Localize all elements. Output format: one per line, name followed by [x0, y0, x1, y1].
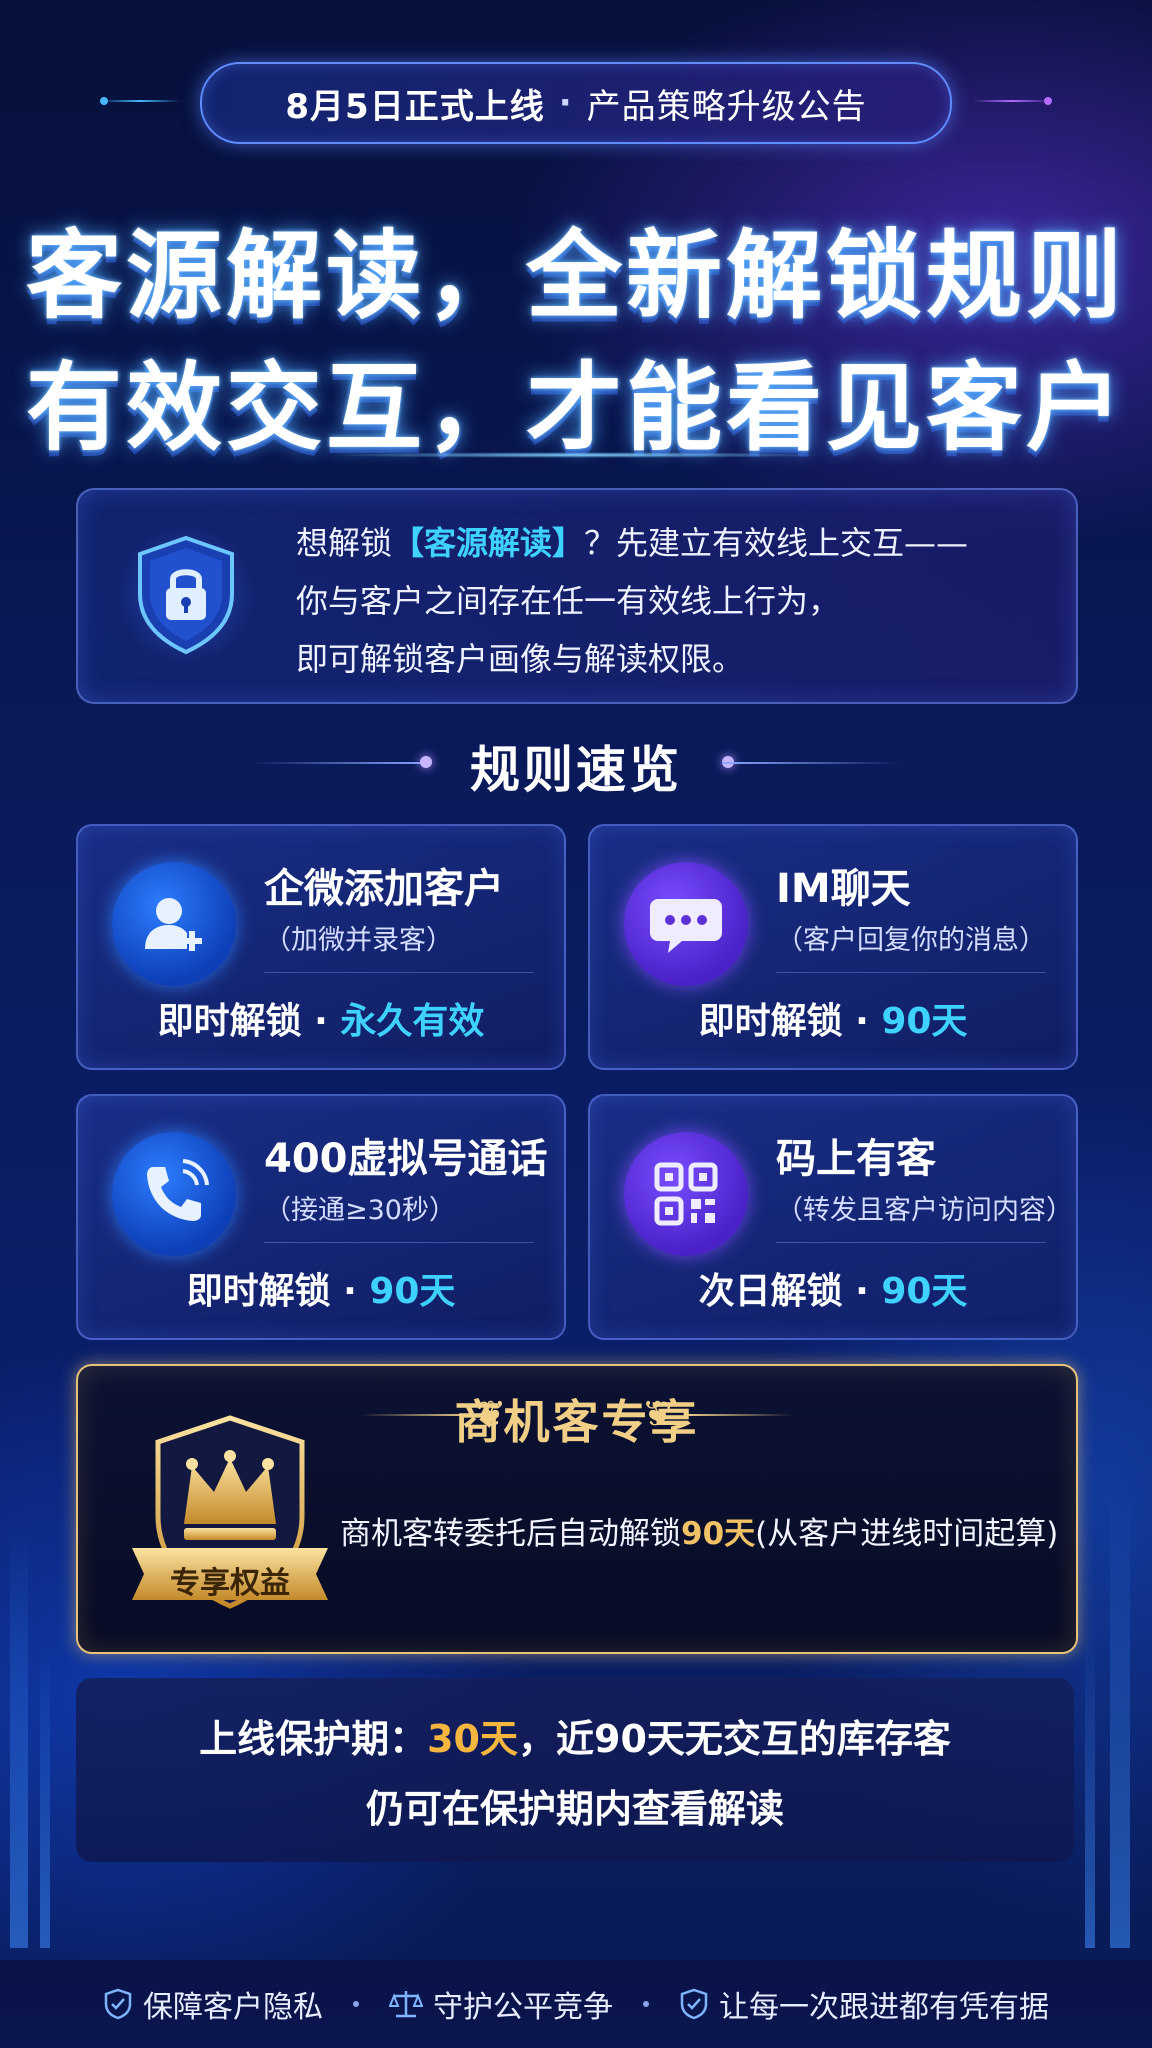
rule-subtitle: （转发且客户访问内容） — [776, 1195, 1073, 1226]
rule-title: 企微添加客户 — [264, 866, 504, 912]
announcement-separator: · — [558, 83, 573, 123]
top-dot-left — [100, 97, 108, 105]
hero-title-line1: 客源解读，全新解锁规则 — [26, 220, 1126, 332]
light-bar — [40, 1648, 50, 1948]
protection-notice: 上线保护期：30天，近90天无交互的库存客 仍可在保护期内查看解读 — [76, 1678, 1074, 1862]
qr-code-icon — [624, 1132, 748, 1256]
footer-item-fairness: 守护公平竞争 — [389, 1982, 613, 2026]
light-bar — [10, 1528, 28, 1948]
rule-card-im-chat: IM聊天 （客户回复你的消息） 即时解锁 · 90天 — [588, 824, 1078, 1070]
laurel-right-icon: ❦ — [642, 1394, 673, 1435]
protection-line1: 上线保护期：30天，近90天无交互的库存客 — [76, 1708, 1074, 1763]
rule-unlock-prefix: 即时解锁 · — [157, 1001, 341, 1042]
footer-item-privacy: 保障客户隐私 — [103, 1982, 323, 2026]
footer-label: 保障客户隐私 — [143, 1990, 323, 2025]
rule-unlock-value: 永久有效 — [340, 1001, 485, 1042]
scale-icon — [389, 1991, 423, 2018]
phone-icon — [112, 1132, 236, 1256]
light-bar — [1110, 1488, 1130, 1948]
footer-label: 让每一次跟进都有凭有据 — [719, 1990, 1049, 2025]
section-line-right — [722, 762, 902, 764]
rule-subtitle: （加微并录客） — [264, 925, 453, 956]
hero-title-line2: 有效交互，才能看见客户 — [26, 352, 1126, 464]
exclusive-text-suffix: (从客户进线时间起算) — [755, 1516, 1059, 1552]
exclusive-text-prefix: 商机客转委托后自动解锁 — [340, 1516, 681, 1552]
footer-item-evidence: 让每一次跟进都有凭有据 — [679, 1982, 1049, 2026]
intro-line1-prefix: 想解锁 — [296, 524, 393, 562]
rule-unlock-value: 90天 — [369, 1271, 456, 1312]
rule-title: 码上有客 — [776, 1136, 936, 1182]
rule-unlock: 即时解锁 · 90天 — [590, 992, 1076, 1044]
rules-section-title: 规则速览 — [470, 741, 682, 799]
announcement-date: 8月5日正式上线 — [285, 86, 545, 127]
intro-line1-suffix: ？先建立有效线上交互—— — [584, 524, 969, 562]
rule-unlock-value: 90天 — [881, 1001, 968, 1042]
rule-unlock-prefix: 即时解锁 · — [186, 1271, 370, 1312]
rule-title: IM聊天 — [776, 866, 911, 912]
protection-line2: 仍可在保护期内查看解读 — [365, 1787, 784, 1831]
shield-check-icon — [680, 1988, 708, 2020]
rule-card-qr-code: 码上有客 （转发且客户访问内容） 次日解锁 · 90天 — [588, 1094, 1078, 1340]
intro-highlight: 【客源解读】 — [392, 524, 585, 562]
top-line-left — [100, 100, 180, 102]
rule-unlock: 即时解锁 · 永久有效 — [78, 992, 564, 1044]
shield-check-icon — [104, 1988, 132, 2020]
footer-separator — [353, 2001, 359, 2007]
chat-bubble-icon — [624, 862, 748, 986]
top-line-right — [972, 100, 1052, 102]
exclusive-text: 商机客转委托后自动解锁90天(从客户进线时间起算) — [340, 1508, 1058, 1553]
crown-badge: 专享权益 — [120, 1406, 340, 1626]
badge-label: 专享权益 — [170, 1566, 290, 1601]
rule-divider — [776, 1242, 1046, 1243]
rule-unlock-value: 90天 — [881, 1271, 968, 1312]
rule-divider — [264, 1242, 534, 1243]
footer-label: 守护公平竞争 — [433, 1990, 613, 2025]
footer: 保障客户隐私 守护公平竞争 让每一次跟进都有凭有据 — [0, 1960, 1152, 2048]
protection-prefix: 上线保护期： — [199, 1717, 428, 1761]
rule-unlock-prefix: 次日解锁 · — [698, 1271, 882, 1312]
light-bar — [1085, 1628, 1095, 1948]
exclusive-card: ❦ 商机客专享 ❦ 专享权益 商机客转委托后自动解锁90天(从客户进线时间起算) — [76, 1364, 1078, 1654]
intro-line3: 即可解锁客户画像与解读权限。 — [296, 640, 745, 678]
rule-subtitle: （客户回复你的消息） — [776, 925, 1046, 956]
exclusive-highlight: 90天 — [681, 1516, 756, 1552]
rule-card-wecom: 企微添加客户 （加微并录客） 即时解锁 · 永久有效 — [76, 824, 566, 1070]
intro-card: 想解锁【客源解读】？先建立有效线上交互—— 你与客户之间存在任一有效线上行为， … — [76, 488, 1078, 704]
rule-divider — [776, 972, 1046, 973]
rule-title: 400虚拟号通话 — [264, 1136, 548, 1182]
announcement-subtitle: 产品策略升级公告 — [586, 86, 867, 127]
rule-card-phone-call: 400虚拟号通话 （接通≥30秒） 即时解锁 · 90天 — [76, 1094, 566, 1340]
protection-suffix: ，近90天无交互的库存客 — [518, 1717, 951, 1761]
rule-unlock-prefix: 即时解锁 · — [698, 1001, 882, 1042]
protection-highlight: 30天 — [427, 1717, 518, 1761]
shield-lock-icon — [116, 524, 256, 664]
rule-subtitle: （接通≥30秒） — [264, 1195, 456, 1226]
rule-divider — [264, 972, 534, 973]
hero-glow — [330, 452, 830, 458]
add-user-icon — [112, 862, 236, 986]
intro-line1: 想解锁【客源解读】？先建立有效线上交互—— — [296, 514, 968, 572]
intro-line2: 你与客户之间存在任一有效线上行为， — [296, 582, 841, 620]
footer-separator — [643, 2001, 649, 2007]
top-dot-right — [1044, 97, 1052, 105]
announcement-pill: 8月5日正式上线 · 产品策略升级公告 — [200, 62, 952, 144]
intro-text: 想解锁【客源解读】？先建立有效线上交互—— 你与客户之间存在任一有效线上行为， … — [296, 514, 968, 688]
rule-unlock: 即时解锁 · 90天 — [78, 1262, 564, 1314]
rule-unlock: 次日解锁 · 90天 — [590, 1262, 1076, 1314]
